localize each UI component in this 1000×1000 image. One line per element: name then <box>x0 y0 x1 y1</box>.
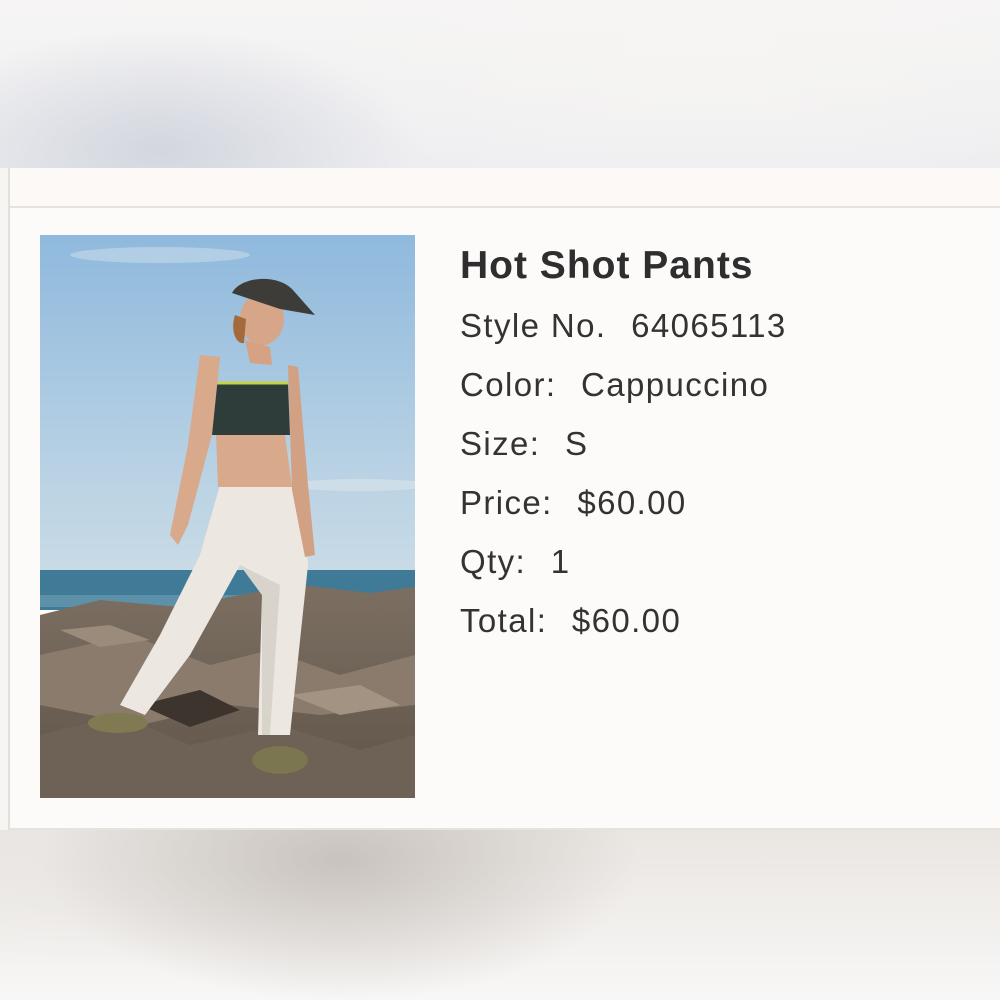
size-value: S <box>564 425 589 462</box>
price-value: $60.00 <box>577 484 687 521</box>
product-title[interactable]: Hot Shot Pants <box>460 240 980 296</box>
quantity-value: 1 <box>550 543 571 580</box>
blurred-background-bottom <box>0 830 1000 1000</box>
total-value: $60.00 <box>571 602 682 639</box>
color-value: Cappuccino <box>581 366 770 403</box>
product-details: Hot Shot Pants Style No. 64065113 Color:… <box>460 240 980 650</box>
blurred-background-top <box>0 0 1000 168</box>
style-number-label: Style No. <box>460 307 607 344</box>
order-item-card: Hot Shot Pants Style No. 64065113 Color:… <box>8 168 1000 830</box>
price-row: Price: $60.00 <box>460 473 980 532</box>
product-image[interactable] <box>40 235 415 798</box>
total-label: Total: <box>460 602 548 639</box>
total-row: Total: $60.00 <box>460 591 980 650</box>
style-number-row: Style No. 64065113 <box>460 296 980 355</box>
quantity-row: Qty: 1 <box>460 532 980 591</box>
color-label: Color: <box>460 366 557 403</box>
card-header-bar <box>10 168 1000 208</box>
style-number-value: 64065113 <box>631 307 787 344</box>
price-label: Price: <box>460 484 553 521</box>
color-row: Color: Cappuccino <box>460 355 980 414</box>
quantity-label: Qty: <box>460 543 527 580</box>
size-row: Size: S <box>460 414 980 473</box>
size-label: Size: <box>460 425 541 462</box>
